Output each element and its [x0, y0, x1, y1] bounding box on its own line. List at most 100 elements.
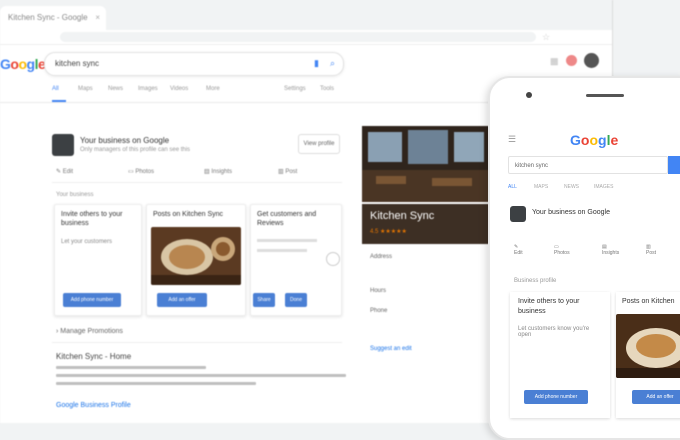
- phone-google-logo[interactable]: Google: [570, 132, 618, 148]
- phone-tab-news[interactable]: NEWS: [564, 184, 579, 190]
- food-photo: [151, 227, 241, 285]
- card-title: Get customers and: [257, 211, 317, 218]
- card-text: Let your customers: [61, 239, 113, 245]
- edit-icon: ✎: [56, 169, 63, 175]
- phone-food-photo: [616, 314, 680, 378]
- carousel-next-icon[interactable]: [326, 252, 340, 266]
- result-snippet-line: [56, 374, 346, 377]
- phone-add-offer-button[interactable]: Add an offer: [632, 390, 680, 404]
- result-snippet-line: [56, 382, 256, 385]
- view-profile-button[interactable]: View profile: [298, 134, 340, 154]
- account-avatar[interactable]: [584, 53, 599, 68]
- action-post[interactable]: ▥ Post: [278, 168, 297, 175]
- phone-action-label: Edit: [514, 250, 523, 256]
- browser-tab[interactable]: Kitchen Sync - Google Search ×: [0, 6, 106, 46]
- phone-search-button[interactable]: [668, 156, 680, 174]
- phone-card-text: Let customers know you're open: [518, 326, 590, 338]
- tab-images[interactable]: Images: [138, 86, 158, 92]
- phone-search-input[interactable]: kitchen sync: [508, 156, 668, 174]
- knowledge-address: Address: [370, 254, 393, 260]
- card-title: Invite others to your: [61, 211, 123, 218]
- suggest-edit-link[interactable]: Suggest an edit: [370, 346, 412, 352]
- knowledge-title: Kitchen Sync: [370, 210, 435, 222]
- apps-icon[interactable]: ▦: [550, 56, 559, 67]
- tab-settings[interactable]: Settings: [284, 86, 306, 92]
- result-snippet-line: [56, 366, 206, 369]
- business-subtitle: Only managers of this profile can see th…: [80, 147, 191, 153]
- search-icon[interactable]: ⌕: [330, 58, 335, 69]
- phone-card-invite[interactable]: Invite others to your business Let custo…: [510, 292, 610, 418]
- divider: [52, 182, 342, 183]
- phone-card-title: Posts on Kitchen: [622, 298, 675, 305]
- phone-section-heading: Business profile: [514, 278, 557, 284]
- result-title[interactable]: Kitchen Sync - Home: [56, 352, 131, 361]
- knowledge-panel: Kitchen Sync 4.5 ★★★★★ Address Hours Pho…: [362, 126, 490, 416]
- google-logo[interactable]: Google: [0, 56, 46, 72]
- section-heading: Your business: [56, 192, 94, 198]
- card-title-line2: Reviews: [257, 220, 284, 227]
- divider: [52, 342, 342, 343]
- action-label: Photos: [135, 169, 155, 175]
- manage-promotions-link[interactable]: › Manage Promotions: [56, 328, 123, 335]
- star-icon[interactable]: ☆: [542, 32, 550, 43]
- speaker-grille: [586, 94, 624, 97]
- knowledge-phone: Phone: [370, 308, 388, 314]
- phone-food-photo-svg: [616, 314, 680, 378]
- card-title-line2: business: [61, 220, 89, 227]
- phone-action-photos[interactable]: ▭ Photos: [554, 244, 570, 256]
- close-icon[interactable]: ×: [95, 6, 100, 30]
- url-field[interactable]: [60, 32, 536, 42]
- tab-tools[interactable]: Tools: [320, 86, 334, 92]
- card-invite[interactable]: Invite others to your business Let your …: [54, 204, 142, 316]
- restaurant-photo[interactable]: [362, 126, 490, 202]
- phone-screen: ☰ Google kitchen sync ALL MAPS NEWS IMAG…: [498, 118, 680, 438]
- action-edit[interactable]: ✎ Edit: [56, 168, 73, 175]
- knowledge-rating: 4.5 ★★★★★: [370, 229, 407, 235]
- done-button[interactable]: Done: [285, 293, 307, 307]
- phone-card-posts[interactable]: Posts on Kitchen Add an offer: [616, 292, 680, 418]
- front-camera: [526, 92, 532, 98]
- phone-tab-all[interactable]: ALL: [508, 184, 517, 190]
- microphone-icon[interactable]: ▮: [314, 58, 319, 69]
- tab-all[interactable]: All: [52, 86, 59, 92]
- tab-maps[interactable]: Maps: [78, 86, 93, 92]
- action-photos[interactable]: ▭ Photos: [128, 168, 154, 175]
- tab-videos[interactable]: Videos: [170, 86, 188, 92]
- search-input[interactable]: kitchen sync ▮ ⌕: [44, 52, 344, 76]
- phone-card-title-line2: business: [518, 308, 546, 315]
- notifications-icon[interactable]: [566, 55, 577, 66]
- restaurant-photo-svg: [362, 126, 490, 202]
- phone-action-label: Insights: [602, 250, 620, 256]
- phone-tab-maps[interactable]: MAPS: [534, 184, 548, 190]
- phone-action-post[interactable]: ▥ Post: [646, 244, 656, 256]
- action-label: Insights: [211, 169, 233, 175]
- active-tab-indicator: [52, 100, 66, 102]
- menu-icon[interactable]: ☰: [508, 134, 516, 145]
- tab-more[interactable]: More: [206, 86, 220, 92]
- phone-tab-images[interactable]: IMAGES: [594, 184, 613, 190]
- card-posts[interactable]: Posts on Kitchen Sync Add an offer: [146, 204, 246, 316]
- add-offer-button[interactable]: Add an offer: [157, 293, 207, 307]
- card-placeholder-line: [257, 249, 307, 252]
- knowledge-hours: Hours: [370, 288, 387, 294]
- search-query: kitchen sync: [55, 59, 100, 68]
- phone-action-insights[interactable]: ▤ Insights: [602, 244, 619, 256]
- phone-business-avatar: [510, 206, 526, 222]
- card-placeholder-line: [257, 239, 317, 242]
- food-photo-svg: [151, 227, 241, 285]
- more-label: Manage Promotions: [60, 328, 123, 335]
- phone-add-phone-button[interactable]: Add phone number: [524, 390, 588, 404]
- share-button[interactable]: Share: [253, 293, 275, 307]
- action-label: Edit: [62, 169, 74, 175]
- result-link[interactable]: Google Business Profile: [56, 402, 131, 409]
- tab-news[interactable]: News: [108, 86, 123, 92]
- add-phone-button[interactable]: Add phone number: [63, 293, 121, 307]
- address-bar: ☆: [0, 30, 612, 45]
- action-insights[interactable]: ▤ Insights: [204, 168, 232, 175]
- tab-strip: Kitchen Sync - Google Search ×: [0, 0, 612, 46]
- phone-business-title: Your business on Google: [532, 209, 610, 216]
- mobile-phone: ☰ Google kitchen sync ALL MAPS NEWS IMAG…: [488, 76, 680, 440]
- phone-action-label: Post: [646, 250, 657, 256]
- phone-action-edit[interactable]: ✎ Edit: [514, 244, 523, 256]
- card-title: Posts on Kitchen Sync: [153, 211, 224, 218]
